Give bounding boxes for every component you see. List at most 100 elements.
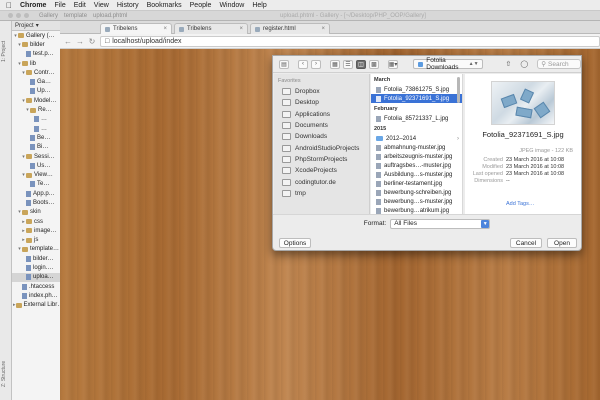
- menu-app-name[interactable]: Chrome: [20, 2, 46, 9]
- tree-item[interactable]: App.p…: [12, 189, 60, 198]
- format-select[interactable]: All Files ▼: [390, 218, 491, 229]
- back-icon[interactable]: ‹: [298, 59, 308, 69]
- tree-item[interactable]: ▾ template…: [12, 245, 60, 254]
- address-bar[interactable]: □ localhost/upload/index: [100, 35, 600, 47]
- tree-item[interactable]: bilder…: [12, 254, 60, 263]
- tree-item[interactable]: uploa…: [12, 272, 60, 283]
- breadcrumb-template[interactable]: template: [64, 13, 87, 19]
- file-row[interactable]: bewerbung…s-muster.jpg: [371, 197, 462, 206]
- menu-bookmarks[interactable]: Bookmarks: [147, 2, 182, 9]
- forward-icon[interactable]: ›: [311, 59, 321, 69]
- icon-view-icon[interactable]: ▦: [330, 59, 340, 69]
- share-icon[interactable]: ⇧: [506, 60, 512, 68]
- close-tab-icon[interactable]: ×: [239, 26, 243, 32]
- sidebar-item[interactable]: tmp: [274, 188, 369, 199]
- close-tab-icon[interactable]: ×: [321, 26, 325, 32]
- file-row[interactable]: auftragsbes…-muster.jpg: [371, 161, 462, 170]
- sidebar-item[interactable]: AndroidStudioProjects: [274, 142, 369, 153]
- close-tab-icon[interactable]: ×: [163, 26, 167, 32]
- sidebar-item[interactable]: Desktop: [274, 97, 369, 108]
- tag-icon[interactable]: ◯: [520, 60, 528, 68]
- open-button[interactable]: Open: [547, 238, 577, 248]
- add-tags-link[interactable]: Add Tags…: [506, 201, 534, 207]
- tree-item[interactable]: ▾ lib: [12, 59, 60, 68]
- options-button[interactable]: Options: [279, 238, 311, 248]
- column-view-icon[interactable]: ◫: [356, 59, 366, 69]
- close-window-icon[interactable]: [8, 13, 13, 18]
- tab-tribelens-2[interactable]: Tribelens ×: [174, 23, 248, 34]
- forward-icon[interactable]: →: [76, 37, 84, 46]
- tree-item[interactable]: ▾ bilder: [12, 40, 60, 49]
- tab-tribelens-1[interactable]: Tribelens ×: [100, 23, 172, 34]
- tree-item[interactable]: index.ph…: [12, 291, 60, 300]
- menu-help[interactable]: Help: [252, 2, 266, 9]
- minimize-window-icon[interactable]: [16, 13, 21, 18]
- tree-item[interactable]: ▾ Re…: [12, 105, 60, 114]
- tree-item[interactable]: ▾ skin: [12, 208, 60, 217]
- tree-item[interactable]: .htaccess: [12, 282, 60, 291]
- chevron-down-icon[interactable]: ▾: [36, 22, 39, 29]
- list-view-icon[interactable]: ☰: [343, 59, 353, 69]
- tree-item[interactable]: ▾ Sessi…: [12, 152, 60, 161]
- tree-item[interactable]: Up…: [12, 87, 60, 96]
- file-row[interactable]: bewerbung-schreiben.jpg: [371, 188, 462, 197]
- sidebar-item[interactable]: Downloads: [274, 131, 369, 142]
- file-row[interactable]: Fotolia_85721337_L.jpg: [371, 114, 462, 123]
- reload-icon[interactable]: ↻: [88, 37, 96, 46]
- tree-item[interactable]: …: [12, 124, 60, 133]
- sidebar-item[interactable]: Dropbox: [274, 86, 369, 97]
- tree-item[interactable]: login.…: [12, 263, 60, 272]
- tree-item[interactable]: Bi…: [12, 143, 60, 152]
- back-icon[interactable]: ←: [64, 37, 72, 46]
- tree-item[interactable]: ▸ image…: [12, 226, 60, 235]
- tree-item[interactable]: …: [12, 115, 60, 124]
- column-scrollbar[interactable]: [457, 77, 460, 103]
- project-panel-title[interactable]: Project: [15, 23, 34, 29]
- menu-file[interactable]: File: [54, 2, 65, 9]
- zoom-window-icon[interactable]: [24, 13, 29, 18]
- tree-item[interactable]: ▸ js: [12, 236, 60, 245]
- tree-item[interactable]: ▾ View…: [12, 170, 60, 179]
- menu-history[interactable]: History: [117, 2, 139, 9]
- tree-item[interactable]: Te…: [12, 180, 60, 189]
- tree-item[interactable]: Ga…: [12, 77, 60, 86]
- gallery-view-icon[interactable]: ▩: [369, 59, 379, 69]
- sidebar-item[interactable]: PhpStormProjects: [274, 154, 369, 165]
- file-row[interactable]: bewerbung…atrikum.jpg: [371, 206, 462, 214]
- breadcrumb-file[interactable]: upload.phtml: [93, 13, 127, 19]
- menu-view[interactable]: View: [94, 2, 109, 9]
- tree-item[interactable]: test.p…: [12, 50, 60, 59]
- file-row[interactable]: 2012–2014 ›: [371, 134, 462, 143]
- menu-people[interactable]: People: [190, 2, 212, 9]
- sidebar-item[interactable]: XcodeProjects: [274, 165, 369, 176]
- tree-item[interactable]: ▾ Contr…: [12, 68, 60, 77]
- project-tool-tab[interactable]: 1: Project: [1, 31, 11, 71]
- tree-item[interactable]: Be…: [12, 133, 60, 142]
- cancel-button[interactable]: Cancel: [510, 238, 542, 248]
- menu-edit[interactable]: Edit: [74, 2, 86, 9]
- arrange-icon[interactable]: ▦▾: [388, 59, 399, 69]
- sidebar-item[interactable]: Applications: [274, 109, 369, 120]
- file-row[interactable]: berliner-testament.jpg: [371, 179, 462, 188]
- sidebar-item[interactable]: codingtutor.de: [274, 176, 369, 187]
- file-row[interactable]: arbeitszeugnis-muster.jpg: [371, 152, 462, 161]
- tree-item[interactable]: Boots…: [12, 198, 60, 207]
- menu-window[interactable]: Window: [219, 2, 244, 9]
- apple-icon[interactable]: : [6, 1, 12, 10]
- location-popup[interactable]: Fotolia Downloads ▲▼: [413, 57, 483, 71]
- file-row[interactable]: Fotolia_73861275_S.jpg: [371, 85, 462, 94]
- file-row[interactable]: abmahnung-muster.jpg: [371, 143, 462, 152]
- breadcrumb-root[interactable]: Gallery: [39, 13, 58, 19]
- sidebar-toggle-icon[interactable]: ▤: [279, 59, 289, 69]
- tree-item[interactable]: ▸ css: [12, 217, 60, 226]
- file-row[interactable]: Fotolia_92371691_S.jpg: [371, 94, 462, 103]
- tree-item[interactable]: ▾ Gallery (…: [12, 31, 60, 40]
- sidebar-item[interactable]: Documents: [274, 120, 369, 131]
- tree-item[interactable]: ▸ External Libr…: [12, 301, 60, 310]
- tree-item[interactable]: ▾ Model…: [12, 96, 60, 105]
- file-row[interactable]: Ausbildung…s-muster.jpg: [371, 170, 462, 179]
- structure-tool-tab[interactable]: Z: Structure: [1, 351, 11, 396]
- search-input[interactable]: ⚲ Search: [537, 59, 581, 69]
- tab-register[interactable]: register.html ×: [250, 23, 330, 34]
- tree-item[interactable]: Us…: [12, 161, 60, 170]
